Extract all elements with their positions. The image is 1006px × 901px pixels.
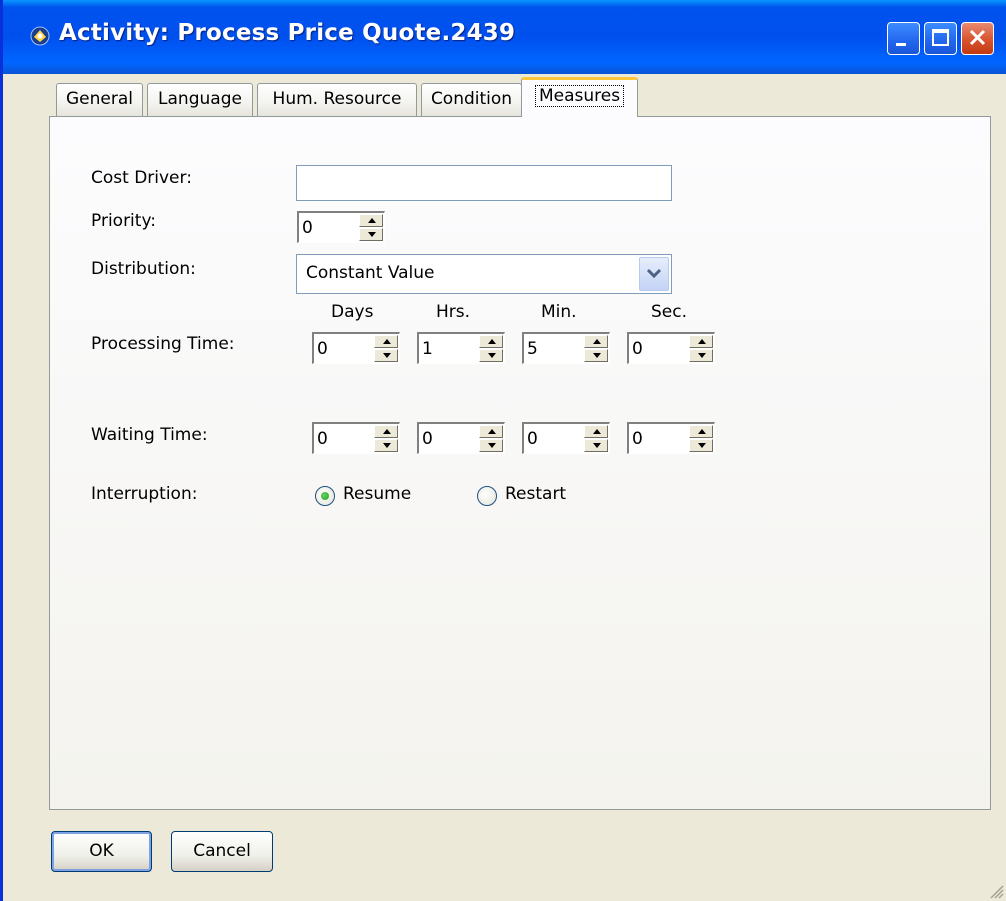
spin-down-button[interactable] [479, 439, 503, 452]
arrow-up-icon [488, 429, 496, 434]
processing-minutes-stepper[interactable]: 5 [522, 332, 610, 364]
close-icon [969, 29, 986, 46]
spin-up-button[interactable] [584, 425, 608, 438]
spin-up-button[interactable] [374, 335, 398, 348]
arrow-up-icon [698, 339, 706, 344]
spin-up-button[interactable] [689, 335, 713, 348]
priority-stepper[interactable]: 0 [297, 211, 385, 243]
arrow-down-icon [593, 353, 601, 358]
arrow-up-icon [383, 339, 391, 344]
tab-condition[interactable]: Condition [421, 83, 522, 116]
measures-panel [49, 116, 991, 810]
spin-down-button[interactable] [479, 349, 503, 362]
processing-seconds-stepper[interactable]: 0 [627, 332, 715, 364]
tab-language[interactable]: Language [147, 83, 253, 116]
waiting-days-value: 0 [317, 429, 328, 449]
restart-label[interactable]: Restart [505, 484, 566, 504]
cancel-button[interactable]: Cancel [171, 831, 273, 872]
distribution-dropdown-button[interactable] [639, 257, 669, 291]
tab-measures[interactable]: Measures [521, 77, 638, 117]
arrow-up-icon [383, 429, 391, 434]
waiting-seconds-stepper[interactable]: 0 [627, 422, 715, 454]
spin-up-button[interactable] [479, 335, 503, 348]
maximize-button[interactable] [924, 22, 957, 55]
processing-seconds-value: 0 [632, 339, 643, 359]
waiting-minutes-value: 0 [527, 429, 538, 449]
window-title: Activity: Process Price Quote.2439 [59, 20, 516, 46]
spin-up-button[interactable] [584, 335, 608, 348]
arrow-up-icon [698, 429, 706, 434]
arrow-up-icon [593, 339, 601, 344]
tab-condition-label: Condition [430, 89, 513, 109]
radio-selected-dot [321, 492, 329, 500]
arrow-down-icon [368, 232, 376, 237]
tab-hum-resource[interactable]: Hum. Resource [257, 83, 417, 116]
waiting-hours-stepper[interactable]: 0 [417, 422, 505, 454]
minimize-button[interactable] [887, 22, 920, 55]
arrow-down-icon [488, 353, 496, 358]
spin-up-button[interactable] [689, 425, 713, 438]
waiting-hours-value: 0 [422, 429, 433, 449]
processing-hours-stepper[interactable]: 1 [417, 332, 505, 364]
spin-down-button[interactable] [689, 349, 713, 362]
spin-up-button[interactable] [374, 425, 398, 438]
spin-down-button[interactable] [359, 228, 383, 241]
tab-general[interactable]: General [56, 83, 143, 116]
spin-down-button[interactable] [374, 349, 398, 362]
spin-down-button[interactable] [584, 439, 608, 452]
distribution-value: Constant Value [306, 263, 435, 283]
close-button[interactable] [961, 22, 994, 55]
tab-measures-label: Measures [534, 85, 625, 107]
spin-down-button[interactable] [584, 349, 608, 362]
resume-radio[interactable] [315, 486, 335, 506]
spin-up-button[interactable] [479, 425, 503, 438]
processing-days-stepper[interactable]: 0 [312, 332, 400, 364]
spin-down-button[interactable] [689, 439, 713, 452]
tab-hum-resource-label: Hum. Resource [272, 89, 402, 109]
arrow-down-icon [488, 443, 496, 448]
arrow-up-icon [368, 218, 376, 223]
waiting-minutes-stepper[interactable]: 0 [522, 422, 610, 454]
arrow-down-icon [698, 353, 706, 358]
app-icon [30, 26, 50, 46]
minimize-icon [896, 43, 906, 46]
processing-minutes-value: 5 [527, 339, 538, 359]
cost-driver-input[interactable] [296, 165, 672, 201]
distribution-select[interactable]: Constant Value [296, 254, 672, 294]
chevron-down-icon [646, 268, 662, 279]
resume-label[interactable]: Resume [343, 484, 411, 504]
restart-radio[interactable] [477, 486, 497, 506]
spin-up-button[interactable] [359, 214, 383, 227]
ok-button[interactable]: OK [51, 831, 152, 872]
tab-general-label: General [66, 89, 133, 109]
priority-value: 0 [302, 218, 313, 238]
arrow-up-icon [488, 339, 496, 344]
arrow-down-icon [593, 443, 601, 448]
resize-grip-icon[interactable] [986, 881, 1004, 899]
title-bar[interactable]: Activity: Process Price Quote.2439 [3, 0, 1006, 74]
processing-hours-value: 1 [422, 339, 433, 359]
arrow-down-icon [698, 443, 706, 448]
waiting-seconds-value: 0 [632, 429, 643, 449]
arrow-down-icon [383, 443, 391, 448]
tab-language-label: Language [158, 89, 242, 109]
waiting-days-stepper[interactable]: 0 [312, 422, 400, 454]
dialog-window: Activity: Process Price Quote.2439 Gener… [0, 0, 1006, 901]
arrow-up-icon [593, 429, 601, 434]
processing-days-value: 0 [317, 339, 328, 359]
maximize-icon [932, 29, 949, 46]
spin-down-button[interactable] [374, 439, 398, 452]
arrow-down-icon [383, 353, 391, 358]
